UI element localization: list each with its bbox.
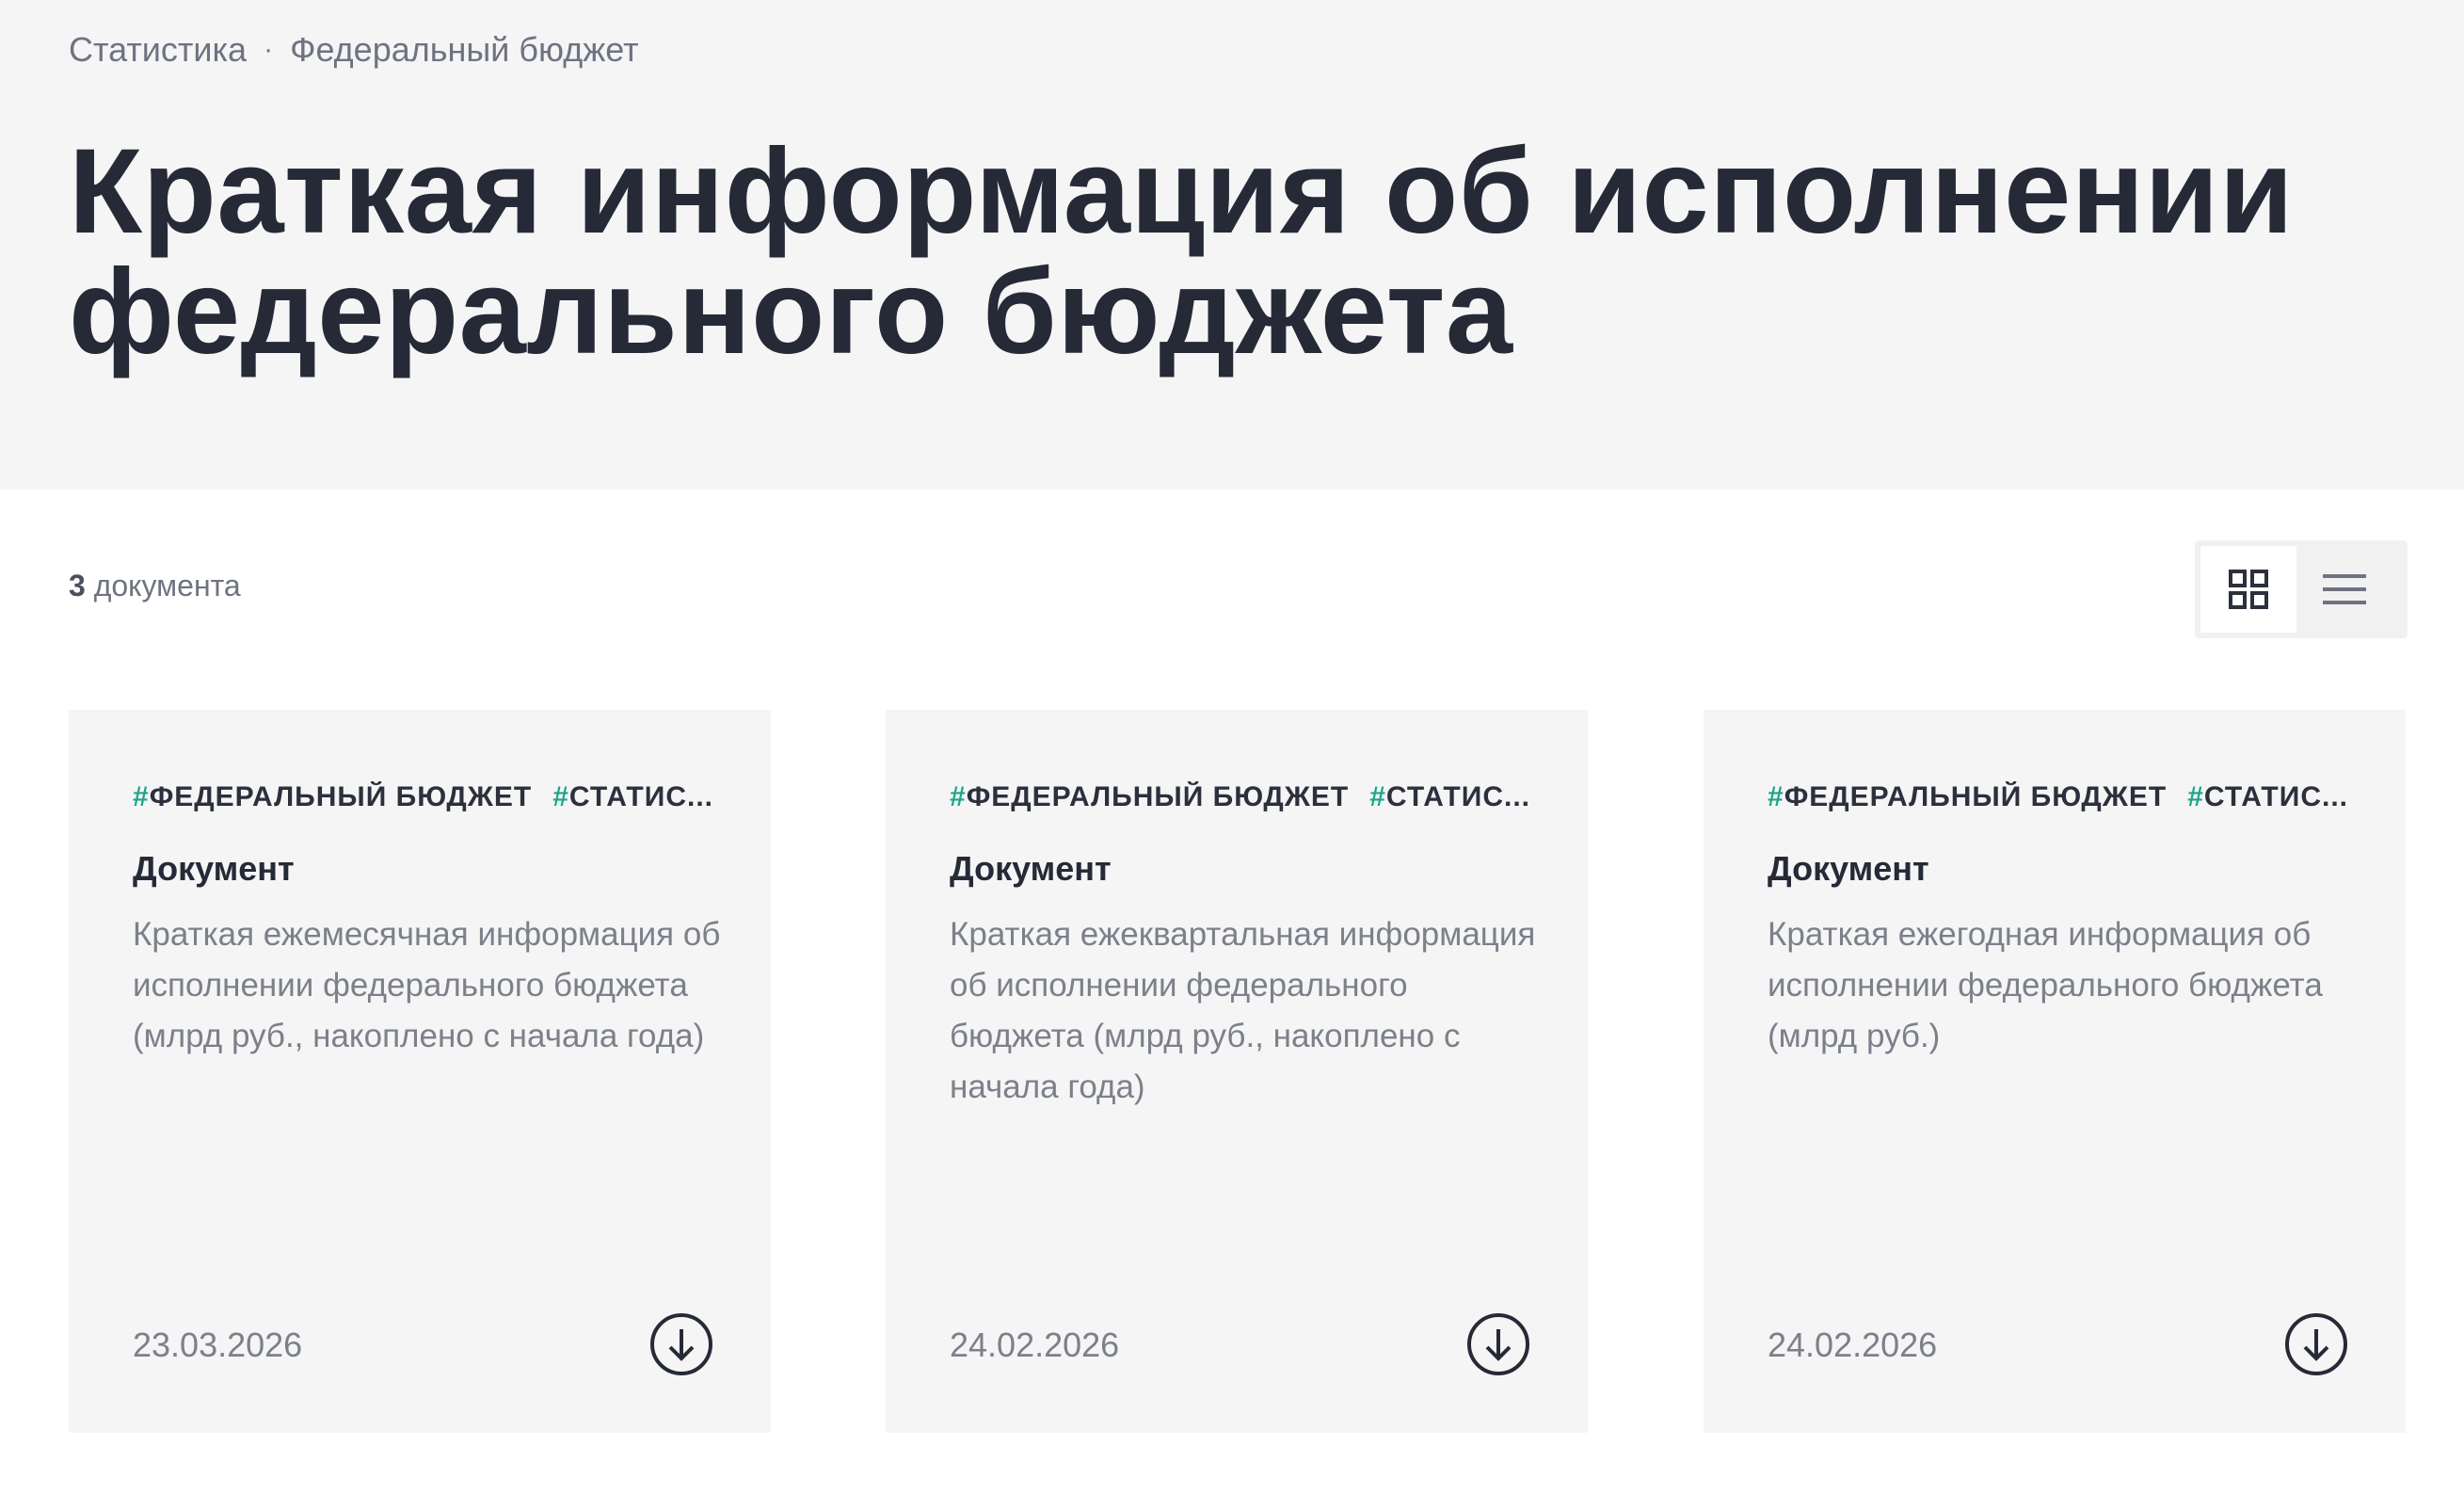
card-type: Документ <box>133 849 295 888</box>
breadcrumb-item-statistics[interactable]: Статистика <box>69 30 247 70</box>
card-type: Документ <box>1768 849 1929 888</box>
download-icon <box>2285 1313 2347 1375</box>
tag-federal-budget[interactable]: #ФЕДЕРАЛЬНЫЙ БЮДЖЕТ <box>1768 781 2167 812</box>
tag-federal-budget[interactable]: #ФЕДЕРАЛЬНЫЙ БЮДЖЕТ <box>133 781 532 812</box>
card-date: 23.03.2026 <box>133 1325 303 1364</box>
download-icon <box>1467 1313 1529 1375</box>
card-tags: #ФЕДЕРАЛЬНЫЙ БЮДЖЕТ #СТАТИС... <box>133 781 714 813</box>
card-type: Документ <box>950 849 1112 888</box>
breadcrumb-item-federal-budget[interactable]: Федеральный бюджет <box>290 30 639 70</box>
grid-view-button[interactable] <box>2200 546 2296 633</box>
document-card[interactable]: #ФЕДЕРАЛЬНЫЙ БЮДЖЕТ #СТАТИС... Документ К… <box>69 710 771 1433</box>
card-description[interactable]: Краткая ежеквартальная информация об исп… <box>950 909 1543 1113</box>
tag-federal-budget[interactable]: #ФЕДЕРАЛЬНЫЙ БЮДЖЕТ <box>950 781 1349 812</box>
card-tags: #ФЕДЕРАЛЬНЫЙ БЮДЖЕТ #СТАТИС... <box>950 781 1531 813</box>
breadcrumb: Статистика · Федеральный бюджет <box>69 30 639 70</box>
tag-statistics[interactable]: #СТАТИС... <box>1369 781 1530 812</box>
tag-statistics[interactable]: #СТАТИС... <box>2187 781 2348 812</box>
list-view-icon <box>2323 574 2366 604</box>
document-card[interactable]: #ФЕДЕРАЛЬНЫЙ БЮДЖЕТ #СТАТИС... Документ К… <box>886 710 1588 1433</box>
document-count: 3 документа <box>69 569 241 603</box>
card-date: 24.02.2026 <box>1768 1325 1938 1364</box>
download-button[interactable] <box>1466 1312 1530 1376</box>
page-title: Краткая информация об исполнении федерал… <box>69 124 2294 379</box>
card-tags: #ФЕДЕРАЛЬНЫЙ БЮДЖЕТ #СТАТИС... <box>1768 781 2349 813</box>
list-view-button[interactable] <box>2296 546 2392 633</box>
breadcrumb-separator: · <box>264 34 274 65</box>
download-button[interactable] <box>2284 1312 2348 1376</box>
grid-view-icon <box>2229 570 2268 609</box>
download-icon <box>650 1313 712 1375</box>
download-button[interactable] <box>649 1312 713 1376</box>
document-count-number: 3 <box>69 569 86 602</box>
card-description[interactable]: Краткая ежемесячная информация об исполн… <box>133 909 726 1062</box>
page-header: Статистика · Федеральный бюджет Краткая … <box>0 0 2464 490</box>
tag-statistics[interactable]: #СТАТИС... <box>552 781 713 812</box>
document-card[interactable]: #ФЕДЕРАЛЬНЫЙ БЮДЖЕТ #СТАТИС... Документ К… <box>1704 710 2406 1433</box>
card-description[interactable]: Краткая ежегодная информация об исполнен… <box>1768 909 2360 1062</box>
view-toggle <box>2195 540 2408 638</box>
card-date: 24.02.2026 <box>950 1325 1120 1364</box>
document-count-label: документа <box>93 569 241 602</box>
